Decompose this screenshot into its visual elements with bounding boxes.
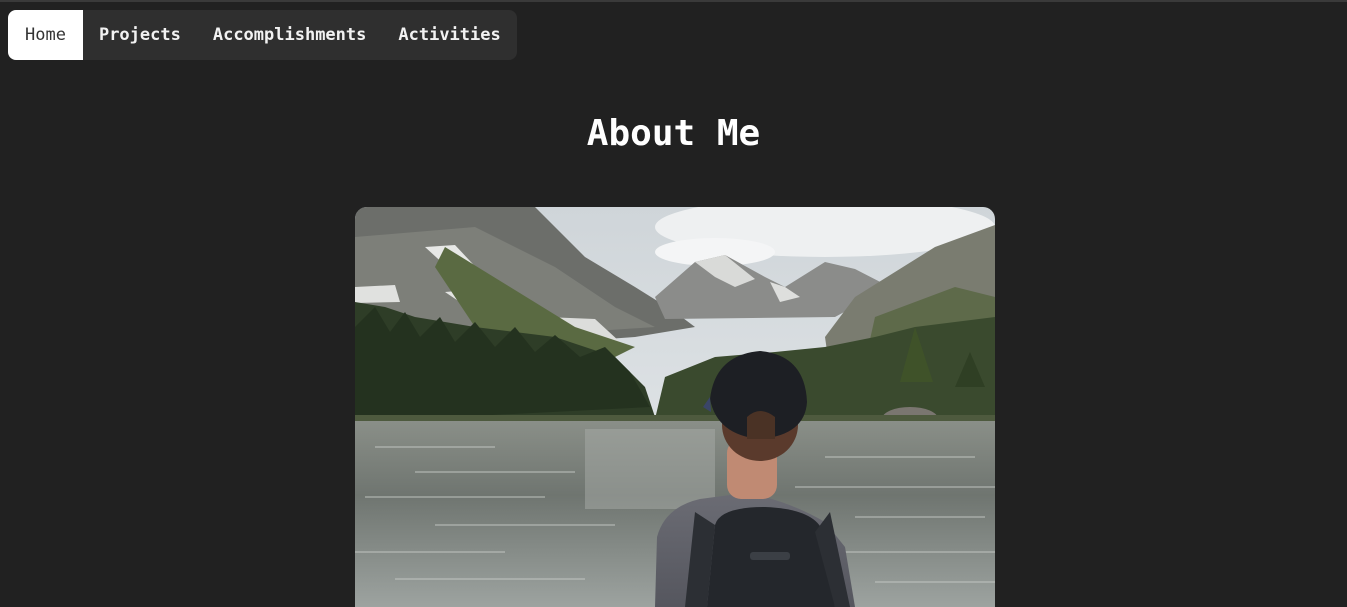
nav-item-projects[interactable]: Projects <box>83 10 197 60</box>
main-nav: Home Projects Accomplishments Activities <box>8 10 517 60</box>
profile-photo-image <box>355 207 995 607</box>
nav-item-activities[interactable]: Activities <box>382 10 516 60</box>
nav-item-accomplishments[interactable]: Accomplishments <box>197 10 383 60</box>
top-border <box>0 0 1347 2</box>
profile-photo <box>355 207 995 607</box>
nav-item-home[interactable]: Home <box>8 10 83 60</box>
page-title: About Me <box>586 113 761 154</box>
